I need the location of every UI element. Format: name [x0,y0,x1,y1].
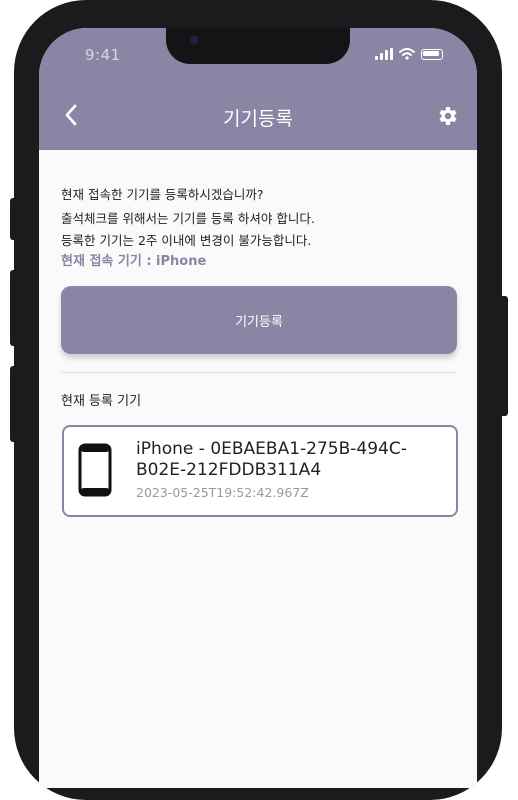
notch [166,28,350,64]
register-device-button[interactable]: 기기등록 [61,286,457,354]
wifi-icon [399,48,415,60]
volume-down-button [10,366,18,442]
info-line-3: 등록한 기기는 2주 이내에 변경이 불가능합니다. [61,233,312,248]
side-button [10,198,18,240]
registered-devices-label: 현재 등록 기기 [61,394,142,409]
power-button [500,296,508,416]
app-header: 9:41 기기등록 [39,28,477,150]
gear-icon[interactable] [435,104,459,128]
status-icons [375,48,443,60]
battery-icon [421,48,443,60]
camera-icon [190,36,198,44]
info-line-2: 출석체크를 위해서는 기기를 등록 하셔야 합니다. [61,211,315,226]
status-time: 9:41 [85,46,121,64]
signal-icon [375,48,393,60]
device-registered-date: 2023-05-25T19:52:42.967Z [136,485,309,500]
app-screen: 9:41 기기등록 현재 접속한 기기를 등록하시겠습니까? 출석체크를 위해서… [39,28,477,788]
divider [61,372,457,373]
current-device-label: 현재 접속 기기 : iPhone [61,254,207,269]
info-line-1: 현재 접속한 기기를 등록하시겠습니까? [61,187,264,202]
phone-icon [78,443,112,497]
registered-device-card[interactable]: iPhone - 0EBAEBA1-275B-494C-B02E-212FDDB… [62,425,458,517]
volume-up-button [10,270,18,346]
device-name: iPhone - 0EBAEBA1-275B-494C-B02E-212FDDB… [136,439,407,480]
page-title: 기기등록 [223,108,293,130]
